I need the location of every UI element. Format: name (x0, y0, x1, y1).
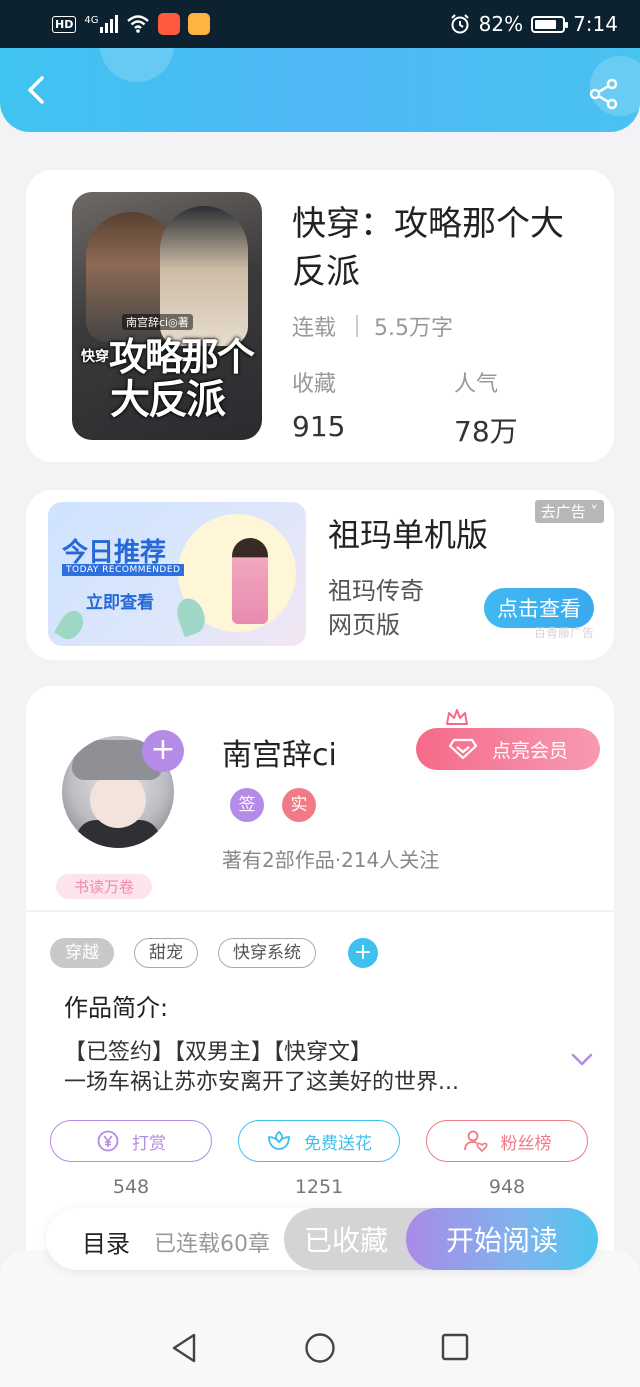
genre-tag[interactable]: 穿越 (50, 938, 114, 968)
ad-view-button[interactable]: 点击查看 (484, 588, 594, 628)
hd-icon: HD (52, 15, 77, 33)
author-level-badge: 书读万卷 (56, 874, 153, 899)
collect-stat: 收藏 915 (292, 372, 346, 443)
status-bar: HD 4G 82% 7:14 (0, 0, 640, 48)
clock: 7:14 (573, 12, 618, 36)
ad-image-subtitle: TODAY RECOMMENDED (62, 564, 185, 576)
signed-tag: 签 (230, 788, 264, 822)
wifi-icon (127, 15, 150, 33)
user-heart-icon (463, 1130, 487, 1153)
flower-count: 1251 (294, 1176, 344, 1198)
nav-back-icon[interactable] (170, 1332, 198, 1364)
book-meta: 连载 5.5万字 (292, 310, 453, 342)
follow-author-button[interactable]: + (142, 730, 184, 772)
ad-image[interactable]: 今日推荐 TODAY RECOMMENDED 立即查看 (48, 502, 306, 646)
yen-coin-icon (97, 1130, 119, 1152)
tip-button[interactable]: 打赏 (50, 1120, 212, 1162)
table-of-contents-button[interactable]: 目录 (82, 1224, 130, 1259)
send-flower-button[interactable]: 免费送花 (238, 1120, 400, 1162)
header (0, 48, 640, 132)
nav-recents-icon[interactable] (440, 1332, 470, 1362)
ad-subtitle: 祖玛传奇 网页版 (328, 577, 424, 639)
flower-icon (268, 1130, 290, 1150)
ad-image-cta: 立即查看 (86, 593, 154, 613)
popularity-stat: 人气 78万 (454, 372, 518, 448)
fans-count: 948 (488, 1176, 526, 1198)
app-notification-icon (158, 13, 181, 35)
book-cover[interactable]: 南宫辞ci◎著 快穿攻略那个 大反派 (72, 192, 262, 440)
system-navigation-bar (0, 1250, 640, 1387)
diamond-icon (448, 738, 478, 760)
book-info-card: 南宫辞ci◎著 快穿攻略那个 大反派 快穿：攻略那个大反派 连载 5.5万字 收… (26, 170, 614, 462)
chevron-down-icon[interactable] (570, 1052, 594, 1068)
author-stats: 著有2部作品·214人关注 (222, 848, 440, 872)
intro-text[interactable]: 【已签约】【双男主】【快穿文】 一场车祸让苏亦安离开了这美好的世界... (64, 1038, 534, 1098)
genre-tag[interactable]: 快穿系统 (218, 938, 316, 968)
bottom-action-bar: 目录 已连载60章 已收藏 开始阅读 (46, 1208, 598, 1270)
alarm-icon (450, 14, 469, 34)
add-tag-button[interactable]: + (348, 938, 378, 968)
app-notification-icon (188, 13, 211, 35)
chapter-count: 已连载60章 (154, 1232, 270, 1257)
verified-tag: 实 (282, 788, 316, 822)
book-status: 连载 (292, 316, 337, 341)
vip-membership-button[interactable]: 点亮会员 (416, 728, 600, 770)
crown-icon (446, 709, 468, 725)
book-title: 快穿：攻略那个大反派 (292, 204, 564, 292)
genre-tag[interactable]: 甜宠 (134, 938, 198, 968)
start-reading-button[interactable]: 开始阅读 (406, 1208, 598, 1270)
cover-author: 南宫辞ci◎著 (122, 314, 193, 330)
share-icon[interactable] (588, 78, 620, 110)
signal-icon: 4G (84, 15, 119, 33)
ad-title: 祖玛单机版 (328, 516, 489, 554)
ad-card[interactable]: 今日推荐 TODAY RECOMMENDED 立即查看 祖玛单机版 祖玛传奇 网… (26, 490, 614, 660)
ad-source: 百青藤广告 (533, 626, 594, 640)
book-word-count: 5.5万字 (374, 316, 454, 341)
intro-title: 作品简介: (64, 994, 169, 1022)
battery-icon (531, 15, 569, 33)
genre-tags: 穿越 甜宠 快穿系统 + (50, 938, 378, 968)
cover-title: 快穿攻略那个 大反派 (80, 334, 255, 423)
chevron-left-icon[interactable] (18, 72, 54, 108)
battery-percent: 82% (478, 12, 524, 36)
tip-count: 548 (112, 1176, 150, 1198)
nav-home-icon[interactable] (304, 1332, 336, 1364)
author-name[interactable]: 南宫辞ci (222, 730, 337, 774)
remove-ad-button[interactable]: 去广告 ˅ (534, 500, 604, 523)
divider (26, 910, 614, 912)
fans-ranking-button[interactable]: 粉丝榜 (426, 1120, 588, 1162)
